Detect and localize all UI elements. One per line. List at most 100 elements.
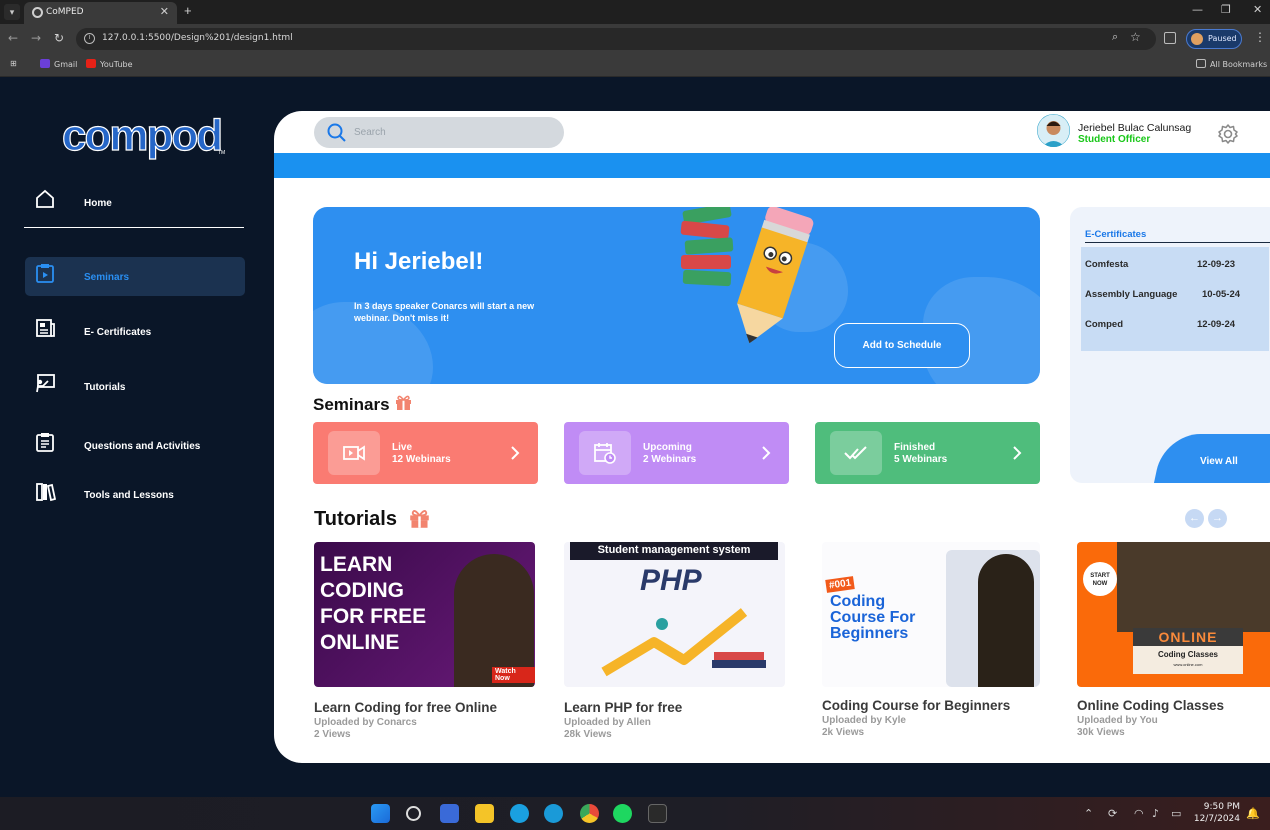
all-bookmarks[interactable]: All Bookmarks bbox=[1196, 59, 1267, 69]
chevron-right-icon bbox=[762, 446, 771, 460]
logo-text: compod bbox=[62, 114, 221, 160]
new-tab-icon[interactable]: + bbox=[184, 3, 192, 18]
tutorial-title[interactable]: Learn Coding for free Online bbox=[314, 700, 497, 715]
double-check-icon bbox=[844, 446, 867, 460]
bookmark-youtube[interactable]: YouTube bbox=[86, 59, 133, 69]
sidebar-item-seminars[interactable]: Seminars bbox=[25, 257, 245, 296]
teacher-board-icon bbox=[36, 374, 55, 393]
tutorial-title[interactable]: Learn PHP for free bbox=[564, 700, 682, 715]
sidebar-item-tutorials[interactable]: Tutorials bbox=[25, 367, 245, 406]
carousel-next-button[interactable]: → bbox=[1208, 509, 1227, 528]
bookmarks-bar: ⊞ Gmail YouTube All Bookmarks bbox=[0, 54, 1270, 77]
bookmark-gmail[interactable]: Gmail bbox=[40, 59, 77, 69]
figma-icon[interactable] bbox=[648, 804, 667, 823]
sync-icon[interactable]: ⟳ bbox=[1108, 807, 1117, 820]
restore-icon[interactable]: ❐ bbox=[1221, 3, 1231, 16]
tutorial-thumbnail[interactable]: START NOW ONLINE Coding Classes www.onli… bbox=[1077, 542, 1270, 687]
avatar[interactable] bbox=[1037, 114, 1070, 147]
tutorial-uploader: Uploaded by Conarcs bbox=[314, 717, 417, 728]
tutorial-views: 28k Views bbox=[564, 729, 612, 740]
seminar-card-live[interactable]: Live 12 Webinars bbox=[313, 422, 538, 484]
all-bookmarks-label: All Bookmarks bbox=[1210, 60, 1268, 69]
seminar-card-upcoming[interactable]: Upcoming 2 Webinars bbox=[564, 422, 789, 484]
sidebar-item-label: E- Certificates bbox=[84, 327, 152, 338]
certificate-date: 10-05-24 bbox=[1202, 289, 1241, 300]
svg-text:TM: TM bbox=[218, 150, 225, 156]
card-count: 12 Webinars bbox=[392, 454, 451, 465]
store-icon[interactable] bbox=[440, 804, 459, 823]
tutorial-thumbnail[interactable]: #001 Coding Course For Beginners bbox=[822, 542, 1040, 687]
sidebar-item-label: Tutorials bbox=[84, 382, 126, 393]
site-info-icon[interactable]: i bbox=[84, 33, 95, 44]
certificate-row[interactable]: Comfesta 12-09-23 bbox=[1085, 259, 1270, 270]
minimize-icon[interactable]: — bbox=[1192, 3, 1203, 16]
sidebar-item-e-certificates[interactable]: E- Certificates bbox=[25, 312, 245, 351]
close-window-icon[interactable]: ✕ bbox=[1253, 3, 1262, 16]
notification-bell-icon[interactable]: 🔔 bbox=[1246, 807, 1260, 820]
tutorial-thumbnail[interactable]: LEARN CODING FOR FREE ONLINE Watch Now bbox=[314, 542, 535, 687]
system-clock[interactable]: 9:50 PM 12/7/2024 bbox=[1190, 801, 1240, 825]
sidebar-item-tools-lessons[interactable]: Tools and Lessons bbox=[25, 475, 245, 514]
certificate-row[interactable]: Assembly Language 10-05-24 bbox=[1085, 289, 1270, 300]
close-tab-icon[interactable]: ✕ bbox=[160, 5, 169, 18]
zoom-icon[interactable]: ⌕ bbox=[1112, 31, 1118, 44]
chevron-right-icon bbox=[511, 446, 520, 460]
tutorial-uploader: Uploaded by Allen bbox=[564, 717, 651, 728]
profile-status: Paused bbox=[1208, 34, 1237, 43]
sidebar-item-questions-activities[interactable]: Questions and Activities bbox=[25, 426, 245, 465]
url-input[interactable]: i 127.0.0.1:5500/Design%201/design1.html… bbox=[76, 28, 1156, 50]
wifi-icon[interactable]: ◠ bbox=[1134, 807, 1144, 820]
tutorial-title[interactable]: Online Coding Classes bbox=[1077, 698, 1224, 713]
tutorial-thumbnail[interactable]: Student management system PHP bbox=[564, 542, 785, 687]
profile-button[interactable]: Paused bbox=[1186, 29, 1242, 49]
sidebar-item-home[interactable]: Home bbox=[24, 180, 244, 228]
episode-badge: #001 bbox=[825, 576, 856, 593]
certificate-name: Assembly Language bbox=[1085, 289, 1178, 300]
media-control-icon[interactable] bbox=[1164, 32, 1176, 44]
certificate-row[interactable]: Comped 12-09-24 bbox=[1085, 319, 1270, 330]
clock-date: 12/7/2024 bbox=[1193, 814, 1240, 824]
carousel-prev-button[interactable]: ← bbox=[1185, 509, 1204, 528]
reload-icon[interactable]: ↻ bbox=[54, 31, 64, 45]
edge-icon[interactable] bbox=[544, 804, 563, 823]
gear-icon[interactable] bbox=[1217, 123, 1239, 145]
back-icon[interactable]: ← bbox=[8, 31, 18, 45]
growth-chart-illustration bbox=[601, 608, 766, 677]
weather-icon[interactable] bbox=[510, 804, 529, 823]
sidebar: compod TM Home Seminars E- Certificates bbox=[0, 77, 274, 797]
clipboard-list-icon bbox=[36, 433, 54, 452]
browser-menu-icon[interactable]: ⋮ bbox=[1254, 30, 1266, 44]
forward-icon[interactable]: → bbox=[31, 31, 41, 45]
thumbnail-text: Coding Course For Beginners bbox=[830, 593, 916, 642]
card-label: Finished bbox=[894, 442, 936, 453]
tutorial-title[interactable]: Coding Course for Beginners bbox=[822, 698, 1010, 713]
thumbnail-subtext: Coding Classes bbox=[1157, 650, 1218, 659]
browser-tab[interactable]: CoMPED ✕ bbox=[24, 2, 177, 24]
profile-avatar bbox=[1191, 33, 1203, 45]
seminar-card-finished[interactable]: Finished 5 Webinars bbox=[815, 422, 1040, 484]
chevron-up-icon[interactable]: ⌃ bbox=[1084, 807, 1093, 820]
calendar-clock-icon bbox=[594, 443, 616, 464]
tutorials-heading: Tutorials bbox=[314, 508, 397, 530]
search-input[interactable]: Search bbox=[314, 117, 564, 148]
thumbnail-banner: Student management system bbox=[570, 542, 778, 560]
thumbnail-site: www.online.com bbox=[1173, 662, 1203, 667]
banner-message: In 3 days speaker Conarcs will start a n… bbox=[354, 301, 535, 323]
start-icon[interactable] bbox=[371, 804, 390, 823]
file-explorer-icon[interactable] bbox=[475, 804, 494, 823]
add-to-schedule-button[interactable]: Add to Schedule bbox=[834, 323, 970, 368]
sidebar-item-label: Seminars bbox=[84, 272, 130, 283]
bookmark-star-icon[interactable]: ☆ bbox=[1130, 30, 1141, 44]
tab-search-icon[interactable]: ▾ bbox=[4, 4, 20, 20]
address-bar: ← → ↻ i 127.0.0.1:5500/Design%201/design… bbox=[0, 24, 1270, 54]
battery-icon[interactable]: ▭ bbox=[1171, 807, 1181, 820]
view-all-label[interactable]: View All bbox=[1200, 456, 1238, 467]
books-icon bbox=[36, 483, 56, 502]
search-icon[interactable] bbox=[406, 806, 421, 821]
apps-grid-icon[interactable]: ⊞ bbox=[10, 59, 17, 68]
main-panel: Search Jeriebel Bulac Calunsag Student O… bbox=[274, 111, 1270, 763]
chrome-icon[interactable] bbox=[580, 804, 599, 823]
volume-icon[interactable]: ♪ bbox=[1152, 807, 1159, 820]
sidebar-item-label: Tools and Lessons bbox=[84, 490, 174, 501]
spotify-icon[interactable] bbox=[613, 804, 632, 823]
